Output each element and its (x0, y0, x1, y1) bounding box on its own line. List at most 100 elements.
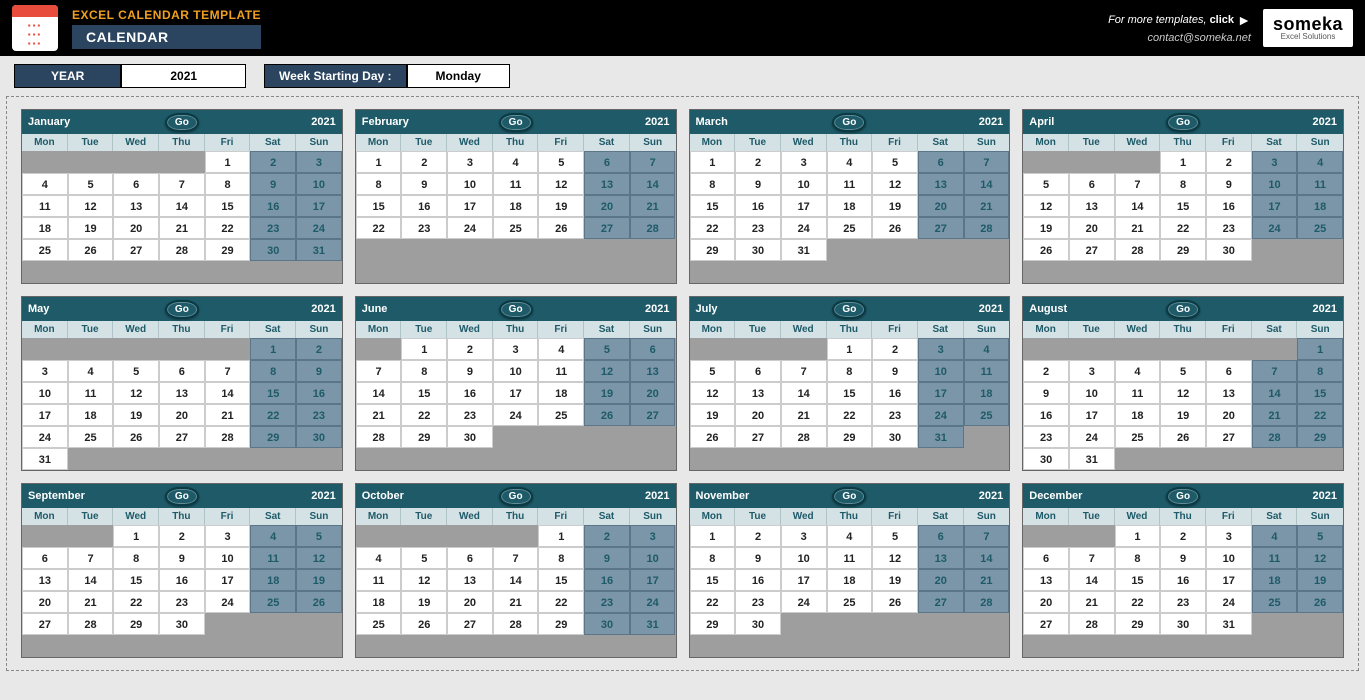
day-cell[interactable]: 13 (918, 547, 964, 569)
day-cell[interactable]: 31 (296, 239, 342, 261)
day-cell[interactable]: 30 (1023, 448, 1069, 470)
day-cell[interactable]: 7 (493, 547, 539, 569)
day-cell[interactable]: 17 (1206, 569, 1252, 591)
day-cell[interactable]: 15 (401, 382, 447, 404)
day-cell[interactable]: 23 (1206, 217, 1252, 239)
day-cell[interactable]: 13 (1069, 195, 1115, 217)
day-cell[interactable]: 15 (827, 382, 873, 404)
day-cell[interactable]: 2 (1023, 360, 1069, 382)
day-cell[interactable]: 23 (735, 217, 781, 239)
day-cell[interactable]: 23 (584, 591, 630, 613)
day-cell[interactable]: 17 (630, 569, 676, 591)
day-cell[interactable]: 30 (735, 613, 781, 635)
day-cell[interactable]: 29 (205, 239, 251, 261)
day-cell[interactable]: 13 (113, 195, 159, 217)
day-cell[interactable]: 17 (22, 404, 68, 426)
day-cell[interactable]: 10 (781, 173, 827, 195)
day-cell[interactable]: 11 (827, 173, 873, 195)
day-cell[interactable]: 13 (1206, 382, 1252, 404)
day-cell[interactable]: 20 (447, 591, 493, 613)
day-cell[interactable]: 19 (1297, 569, 1343, 591)
day-cell[interactable]: 11 (68, 382, 114, 404)
day-cell[interactable]: 27 (1023, 613, 1069, 635)
day-cell[interactable]: 14 (493, 569, 539, 591)
day-cell[interactable]: 16 (735, 569, 781, 591)
day-cell[interactable]: 26 (538, 217, 584, 239)
day-cell[interactable]: 6 (447, 547, 493, 569)
day-cell[interactable]: 11 (1115, 382, 1161, 404)
day-cell[interactable]: 14 (1252, 382, 1298, 404)
day-cell[interactable]: 28 (68, 613, 114, 635)
day-cell[interactable]: 30 (1206, 239, 1252, 261)
day-cell[interactable]: 21 (1069, 591, 1115, 613)
day-cell[interactable]: 20 (1069, 217, 1115, 239)
day-cell[interactable]: 26 (113, 426, 159, 448)
day-cell[interactable]: 24 (918, 404, 964, 426)
day-cell[interactable]: 5 (584, 338, 630, 360)
day-cell[interactable]: 12 (538, 173, 584, 195)
day-cell[interactable]: 21 (68, 591, 114, 613)
day-cell[interactable]: 1 (827, 338, 873, 360)
day-cell[interactable]: 2 (735, 525, 781, 547)
day-cell[interactable]: 1 (690, 151, 736, 173)
day-cell[interactable]: 5 (68, 173, 114, 195)
day-cell[interactable]: 11 (964, 360, 1010, 382)
day-cell[interactable]: 9 (401, 173, 447, 195)
day-cell[interactable]: 2 (250, 151, 296, 173)
day-cell[interactable]: 11 (250, 547, 296, 569)
day-cell[interactable]: 15 (538, 569, 584, 591)
day-cell[interactable]: 10 (630, 547, 676, 569)
day-cell[interactable]: 2 (296, 338, 342, 360)
day-cell[interactable]: 15 (356, 195, 402, 217)
day-cell[interactable]: 6 (1206, 360, 1252, 382)
day-cell[interactable]: 2 (872, 338, 918, 360)
day-cell[interactable]: 29 (1160, 239, 1206, 261)
day-cell[interactable]: 12 (1023, 195, 1069, 217)
day-cell[interactable]: 12 (68, 195, 114, 217)
day-cell[interactable]: 23 (872, 404, 918, 426)
day-cell[interactable]: 5 (1160, 360, 1206, 382)
day-cell[interactable]: 28 (964, 591, 1010, 613)
day-cell[interactable]: 19 (113, 404, 159, 426)
year-input[interactable]: 2021 (121, 64, 246, 88)
go-button[interactable]: Go (165, 113, 199, 132)
day-cell[interactable]: 20 (113, 217, 159, 239)
day-cell[interactable]: 17 (1252, 195, 1298, 217)
day-cell[interactable]: 4 (356, 547, 402, 569)
day-cell[interactable]: 27 (918, 217, 964, 239)
day-cell[interactable]: 22 (205, 217, 251, 239)
day-cell[interactable]: 5 (538, 151, 584, 173)
day-cell[interactable]: 1 (356, 151, 402, 173)
day-cell[interactable]: 17 (205, 569, 251, 591)
day-cell[interactable]: 22 (250, 404, 296, 426)
day-cell[interactable]: 4 (827, 151, 873, 173)
day-cell[interactable]: 29 (401, 426, 447, 448)
day-cell[interactable]: 12 (584, 360, 630, 382)
day-cell[interactable]: 19 (1160, 404, 1206, 426)
day-cell[interactable]: 28 (630, 217, 676, 239)
day-cell[interactable]: 9 (872, 360, 918, 382)
day-cell[interactable]: 24 (781, 591, 827, 613)
day-cell[interactable]: 9 (159, 547, 205, 569)
day-cell[interactable]: 25 (538, 404, 584, 426)
day-cell[interactable]: 11 (1252, 547, 1298, 569)
contact-email[interactable]: contact@someka.net (1147, 32, 1251, 44)
day-cell[interactable]: 18 (1115, 404, 1161, 426)
day-cell[interactable]: 25 (964, 404, 1010, 426)
day-cell[interactable]: 6 (22, 547, 68, 569)
go-button[interactable]: Go (165, 487, 199, 506)
day-cell[interactable]: 26 (1160, 426, 1206, 448)
day-cell[interactable]: 27 (159, 426, 205, 448)
day-cell[interactable]: 27 (1206, 426, 1252, 448)
day-cell[interactable]: 1 (250, 338, 296, 360)
day-cell[interactable]: 10 (296, 173, 342, 195)
day-cell[interactable]: 8 (401, 360, 447, 382)
day-cell[interactable]: 14 (630, 173, 676, 195)
day-cell[interactable]: 9 (735, 173, 781, 195)
day-cell[interactable]: 8 (1297, 360, 1343, 382)
day-cell[interactable]: 3 (781, 525, 827, 547)
day-cell[interactable]: 21 (1115, 217, 1161, 239)
someka-logo[interactable]: someka Excel Solutions (1263, 9, 1353, 47)
day-cell[interactable]: 30 (872, 426, 918, 448)
day-cell[interactable]: 21 (964, 569, 1010, 591)
